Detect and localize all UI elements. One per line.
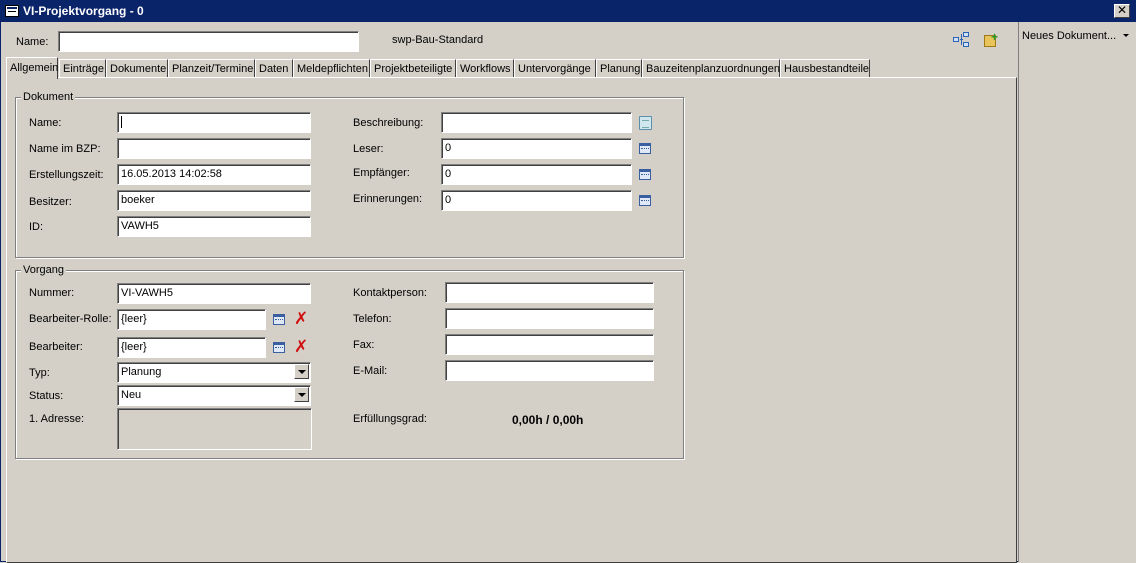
dialog-window: VI-Projektvorgang - 0 ✕ Name: swp-Bau-St… xyxy=(0,0,1136,563)
bearbeiter-label: Bearbeiter: xyxy=(29,341,83,353)
bearbeiter-clear-icon[interactable]: ✗ xyxy=(294,338,309,355)
adresse-field[interactable] xyxy=(117,408,312,450)
chevron-down-icon[interactable] xyxy=(294,387,309,402)
status-select[interactable]: Neu xyxy=(117,385,311,406)
structure-tree-icon[interactable] xyxy=(953,32,971,48)
tab-planung[interactable]: Planung xyxy=(596,59,642,78)
tab-meldepflichten[interactable]: Meldepflichten xyxy=(293,59,370,78)
vorgang-group-title: Vorgang xyxy=(21,264,66,276)
window-icon xyxy=(5,5,19,17)
beschreibung-label: Beschreibung: xyxy=(353,117,424,129)
tab-daten[interactable]: Daten xyxy=(255,59,293,78)
title-bar[interactable]: VI-Projektvorgang - 0 ✕ xyxy=(1,1,1135,22)
tab-eintraege[interactable]: Einträge xyxy=(59,59,106,78)
chevron-down-icon[interactable] xyxy=(294,364,309,379)
bearbeiter-rolle-picker-icon[interactable] xyxy=(273,314,285,325)
tab-projektbeteiligte[interactable]: Projektbeteiligte xyxy=(370,59,456,78)
tab-dokumente[interactable]: Dokumente xyxy=(106,59,168,78)
close-button[interactable]: ✕ xyxy=(1114,4,1130,18)
template-text: swp-Bau-Standard xyxy=(392,34,484,46)
adresse-label: 1. Adresse: xyxy=(29,413,85,425)
nummer-field[interactable]: VI-VAWH5 xyxy=(117,283,311,304)
erinnerungen-label: Erinnerungen: xyxy=(353,193,423,205)
erstellungszeit-field[interactable]: 16.05.2013 14:02:58 xyxy=(117,164,311,185)
empfaenger-picker-icon[interactable] xyxy=(639,169,651,180)
id-label: ID: xyxy=(29,221,44,233)
nummer-label: Nummer: xyxy=(29,287,75,299)
leser-label: Leser: xyxy=(353,143,384,155)
name-bzp-label: Name im BZP: xyxy=(29,143,101,155)
tab-workflows[interactable]: Workflows xyxy=(456,59,514,78)
bearbeiter-picker-icon[interactable] xyxy=(273,342,285,353)
tab-hausbestandteile[interactable]: Hausbestandteile xyxy=(780,59,870,78)
side-panel: Neues Dokument... xyxy=(1018,22,1136,562)
erinnerungen-picker-icon[interactable] xyxy=(639,195,651,206)
tab-untervorgaenge[interactable]: Untervorgänge xyxy=(514,59,596,78)
leser-field[interactable]: 0 xyxy=(441,138,632,159)
erstellungszeit-label: Erstellungszeit: xyxy=(29,169,104,181)
status-label: Status: xyxy=(29,390,64,402)
erinnerungen-field[interactable]: 0 xyxy=(441,190,632,211)
id-field[interactable]: VAWH5 xyxy=(117,216,311,237)
tab-allgemein[interactable]: Allgemein xyxy=(6,57,58,79)
header-name-label: Name: xyxy=(16,36,49,48)
dokument-name-input[interactable] xyxy=(117,112,311,133)
dropdown-arrow-icon[interactable] xyxy=(1123,34,1129,37)
fax-label: Fax: xyxy=(353,339,375,351)
email-input[interactable] xyxy=(445,360,654,381)
edit-description-icon[interactable] xyxy=(639,116,652,130)
kontaktperson-input[interactable] xyxy=(445,282,654,303)
besitzer-field[interactable]: boeker xyxy=(117,190,311,211)
name-bzp-input[interactable] xyxy=(117,138,311,159)
window-title: VI-Projektvorgang - 0 xyxy=(23,4,144,18)
typ-select[interactable]: Planung xyxy=(117,362,311,383)
empfaenger-field[interactable]: 0 xyxy=(441,164,632,185)
dokument-name-label: Name: xyxy=(29,117,62,129)
kontaktperson-label: Kontaktperson: xyxy=(353,287,427,299)
fax-input[interactable] xyxy=(445,334,654,355)
empfaenger-label: Empfänger: xyxy=(353,167,410,179)
typ-label: Typ: xyxy=(29,367,50,379)
beschreibung-input[interactable] xyxy=(441,112,632,133)
telefon-input[interactable] xyxy=(445,308,654,329)
header-name-input[interactable] xyxy=(58,31,359,52)
folder-add-icon[interactable]: + xyxy=(982,31,1000,49)
leser-picker-icon[interactable] xyxy=(639,143,651,154)
text-caret xyxy=(121,116,122,129)
bearbeiter-field[interactable]: {leer} xyxy=(117,337,266,358)
erfuellungsgrad-value: 0,00h / 0,00h xyxy=(512,413,584,427)
bearbeiter-rolle-field[interactable]: {leer} xyxy=(117,309,266,330)
bearbeiter-rolle-label: Bearbeiter-Rolle: xyxy=(29,313,112,325)
email-label: E-Mail: xyxy=(353,365,388,377)
tab-bauzeitenplanzuordnungen[interactable]: Bauzeitenplanzuordnungen xyxy=(642,59,780,78)
telefon-label: Telefon: xyxy=(353,313,392,325)
neues-dokument-dropdown[interactable]: Neues Dokument... xyxy=(1022,30,1116,42)
besitzer-label: Besitzer: xyxy=(29,196,72,208)
bearbeiter-rolle-clear-icon[interactable]: ✗ xyxy=(294,310,309,327)
dokument-group-title: Dokument xyxy=(21,91,76,103)
tab-planzeit-termine[interactable]: Planzeit/Termine xyxy=(168,59,255,78)
erfuellungsgrad-label: Erfüllungsgrad: xyxy=(353,413,427,425)
